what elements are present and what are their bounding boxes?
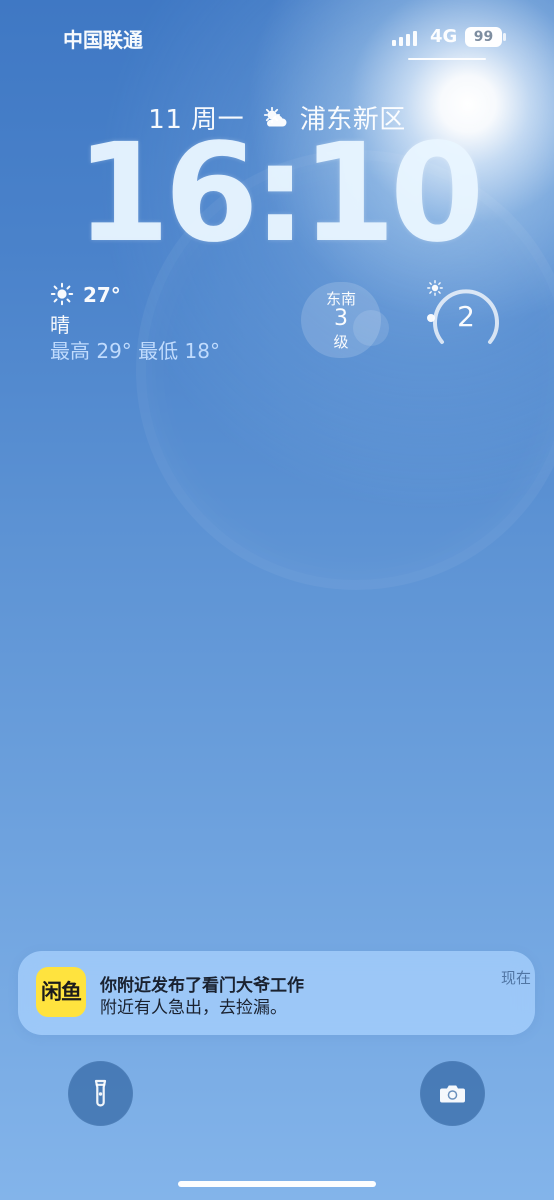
notification-time: 现在: [501, 969, 532, 987]
weather-current-row: 27°: [50, 282, 121, 307]
wind-unit: 级: [333, 333, 349, 351]
flashlight-button[interactable]: [68, 1061, 133, 1126]
camera-button[interactable]: [420, 1061, 485, 1126]
status-bar: 中国联通 4G 99: [0, 0, 554, 72]
sun-icon: [50, 282, 74, 306]
wind-widget[interactable]: 东南 3 级: [301, 282, 389, 362]
status-divider: [408, 58, 486, 60]
home-indicator[interactable]: [178, 1181, 376, 1187]
network-label: 4G: [430, 26, 458, 47]
battery-indicator: 99: [465, 27, 506, 47]
weather-temperature: 27°: [82, 283, 121, 307]
weather-widget[interactable]: 27° 晴 最高 29° 最低 18°: [50, 282, 260, 364]
cellular-signal-icon: [392, 28, 420, 46]
notification-body: 附近有人急出，去捡漏。: [100, 998, 287, 1018]
camera-icon: [440, 1085, 465, 1103]
flashlight-icon: [94, 1079, 107, 1107]
weather-range: 最高 29° 最低 18°: [50, 339, 220, 363]
app-icon-xianyu: 闲鱼: [36, 967, 86, 1017]
uv-sun-icon: [427, 280, 443, 296]
uv-widget[interactable]: 2: [427, 280, 505, 358]
weather-condition: 晴: [50, 313, 70, 337]
uv-value: 2: [457, 300, 475, 333]
wind-level: 3: [334, 306, 348, 331]
lock-screen-time: 16:10: [75, 115, 485, 273]
xianyu-notification[interactable]: 闲鱼 你附近发布了看门大爷工作 附近有人急出，去捡漏。 现在: [18, 951, 535, 1035]
carrier-label: 中国联通: [63, 28, 143, 52]
